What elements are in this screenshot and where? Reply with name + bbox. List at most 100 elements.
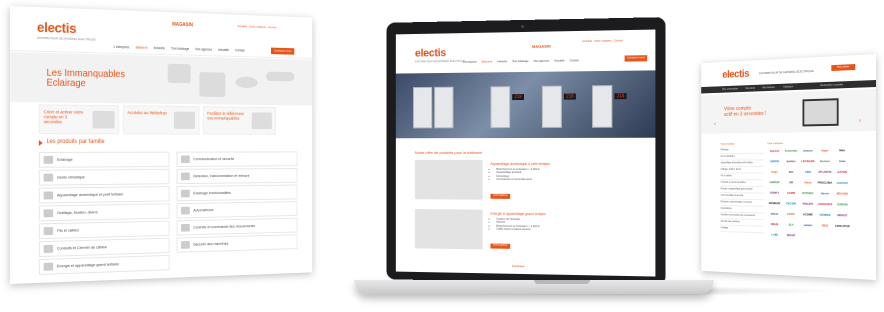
brand-logo[interactable]: debflex (784, 157, 798, 166)
brand-logo[interactable]: LUMI (768, 231, 782, 240)
brand-logo[interactable]: ACOME (801, 210, 815, 219)
family-item[interactable]: Génie climatique (38, 168, 170, 186)
laptop-promo[interactable]: MAGASIN (532, 44, 551, 49)
left-nav-item[interactable]: Nos agences (195, 47, 212, 51)
chevron-left-icon[interactable]: ‹ (714, 122, 716, 128)
laptop-nav-item[interactable]: L'entreprise (463, 61, 477, 64)
brand-logo[interactable]: thermor (818, 157, 833, 166)
see-range-button[interactable]: Voir la gamme (490, 243, 511, 249)
brand-logo[interactable]: Sfena (801, 179, 815, 188)
product-image (199, 72, 226, 98)
feature-card[interactable]: Créer et activer votre compte en 3 secon… (38, 104, 120, 135)
left-promo[interactable]: MAGASIN (172, 22, 193, 28)
left-hero-banner[interactable]: Les Immanquables Eclairage (10, 52, 313, 106)
family-item[interactable]: Eclairage (38, 151, 170, 168)
brand-logo[interactable]: DEHN (768, 220, 782, 229)
brand-logo[interactable]: OSRAM (835, 200, 850, 209)
brand-logo[interactable]: CAPRI (784, 189, 798, 198)
meter-display: 218 (512, 93, 524, 101)
family-item[interactable]: Outillage, fixation, divers (38, 203, 170, 222)
brand-logo[interactable]: aric (784, 168, 798, 177)
left-nav-item[interactable]: L'entreprise (114, 45, 130, 49)
see-range-button[interactable]: Voir la gamme (490, 193, 511, 199)
family-item[interactable]: Conduits et Chemin de câbles (38, 237, 170, 258)
breaker-module (541, 85, 562, 128)
family-item[interactable]: Détection, instrumentation et mesure (176, 168, 298, 185)
family-item[interactable]: Communication et sécurité (176, 151, 298, 167)
family-item[interactable]: Contrôle et commande des mouvements (176, 217, 298, 236)
family-icon (181, 155, 190, 164)
brand-logo[interactable]: LEDVANCE (818, 200, 833, 209)
laptop-contact-button[interactable]: Contactez-nous (624, 55, 648, 62)
laptop-top-links[interactable]: Actualité · Notre magasin · Contact (582, 39, 623, 43)
family-item[interactable]: Automatisme (176, 201, 298, 219)
account-bar-item[interactable]: Mes devis (746, 86, 756, 89)
family-item[interactable]: Sécurité des machines (176, 234, 298, 253)
right-logo[interactable]: electis (722, 68, 749, 80)
brand-logo[interactable]: PROCLIMA (818, 179, 833, 188)
brand-logo[interactable]: LEGRAND (801, 157, 815, 166)
brand-logo[interactable]: chacon (801, 147, 815, 156)
left-top-links[interactable]: Actualité · Notre magasin · Contact (237, 24, 276, 29)
brand-logo[interactable]: wago (768, 168, 782, 177)
laptop-logo[interactable]: electis (415, 47, 446, 59)
family-label: Eclairage (56, 156, 73, 162)
family-item[interactable]: Fils et câbles (38, 220, 170, 240)
brand-logo[interactable]: FRITZ (784, 210, 798, 219)
brand-logo[interactable]: SLV (784, 221, 798, 230)
brand-logo[interactable]: SOMFY (768, 189, 782, 198)
brand-logo[interactable]: RESI (818, 221, 833, 230)
brand-logo[interactable]: CIRCUTOR (835, 222, 850, 231)
brand-logo[interactable]: ATLANTIC (818, 168, 833, 177)
brand-logo[interactable]: sarlam (801, 221, 815, 230)
laptop-nav-item[interactable]: Bâtiment (482, 60, 492, 63)
brand-logo[interactable]: Schneider (784, 147, 798, 156)
feature-card[interactable]: Accédez au Webshop (122, 105, 200, 135)
laptop-nav-item[interactable]: Actualité (554, 59, 564, 62)
brand-logo[interactable]: NEXANS (835, 190, 850, 199)
laptop-nav-item[interactable]: Tout éclairage (512, 60, 529, 63)
brand-logo[interactable]: hager (818, 146, 833, 155)
left-nav-item[interactable]: Bâtiment (136, 46, 148, 50)
brand-logo[interactable]: BTICINO (801, 189, 815, 198)
family-item[interactable]: Éclairage fonctionnalités (176, 184, 298, 202)
laptop-nav-item[interactable]: Industrie (497, 60, 507, 63)
account-bar-item[interactable]: Mes commandes (722, 87, 738, 90)
left-hero-title: Les Immanquables Eclairage (46, 68, 125, 90)
brand-logo[interactable]: INDIGO (835, 211, 850, 220)
brand-logo[interactable]: PHILIPS (801, 200, 815, 209)
left-nav-item[interactable]: Industrie (154, 46, 165, 50)
brand-logo[interactable]: ABB (801, 168, 815, 177)
brand-logo[interactable]: 3M (784, 178, 798, 187)
left-nav-item[interactable]: Tout éclairage (171, 47, 189, 51)
left-nav-item[interactable]: Contact (235, 48, 245, 52)
family-item[interactable]: Appareillage domestique et petit tertiai… (38, 186, 170, 204)
brand-logo[interactable]: Niko (835, 146, 850, 155)
left-contact-button[interactable]: Contactez-nous (271, 47, 295, 55)
family-item[interactable]: Énergie et appareillage grand tertiaire (38, 254, 170, 275)
brand-logo[interactable]: dyson (818, 189, 833, 198)
cart-button[interactable]: Mon panier (831, 64, 856, 72)
left-logo[interactable]: electis (37, 19, 76, 36)
category-item[interactable]: Outillage (720, 225, 765, 234)
chevron-right-icon[interactable]: › (859, 118, 861, 124)
brand-logo[interactable]: SIEMENS (768, 199, 782, 208)
brand-logo[interactable]: unelvent (835, 179, 850, 188)
left-nav-item[interactable]: Actualité (218, 48, 229, 52)
laptop-nav-item[interactable]: Nos agences (534, 60, 550, 63)
account-bar-item[interactable]: Catalogue (783, 85, 793, 88)
brand-logo[interactable]: planet (768, 210, 782, 219)
feature-card[interactable]: Facilitez le référencer vos immanquables (202, 106, 277, 135)
brand-logo[interactable]: FACOM (784, 200, 798, 209)
brand-logo[interactable]: SIMON (768, 157, 782, 166)
brand-logo[interactable]: legrand (768, 147, 782, 156)
search-input[interactable]: Rechercher un produit (820, 83, 843, 87)
brand-logo[interactable]: tciao (835, 157, 850, 166)
brand-logo[interactable]: EATON (835, 168, 850, 177)
account-bar-item[interactable]: Mes factures (762, 86, 774, 89)
brand-logo[interactable]: GEWISS (818, 211, 833, 220)
category-item[interactable]: Appareillage domestique petit tertiaire (720, 160, 765, 167)
laptop-nav-item[interactable]: Contact (570, 59, 579, 62)
brand-logo[interactable]: OMRON (768, 178, 782, 187)
brand-logo[interactable]: MISAP (784, 231, 798, 240)
